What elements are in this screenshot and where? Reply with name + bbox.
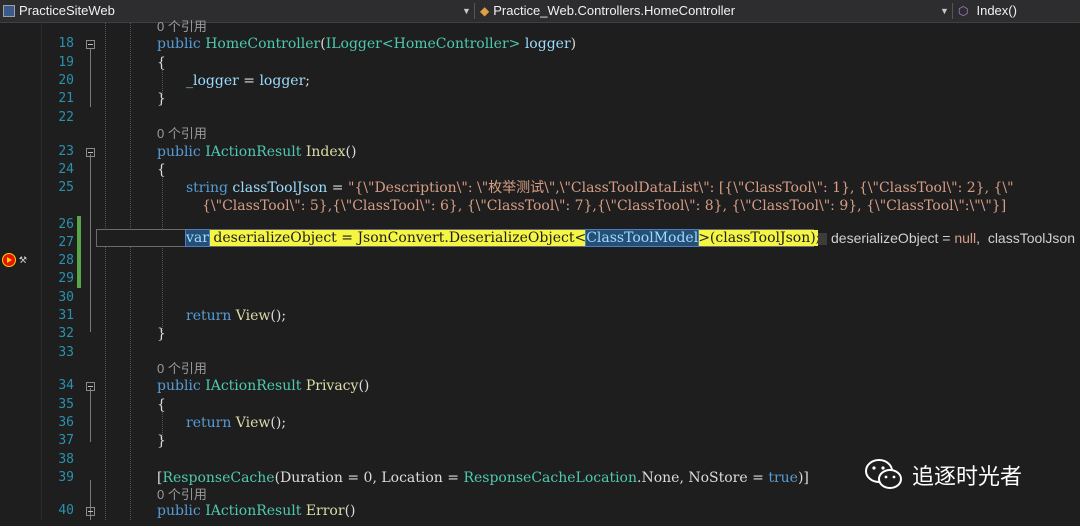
collapse-icon[interactable] xyxy=(86,148,95,157)
code-editor[interactable]: 0 个引用 18 public HomeController(ILogger<H… xyxy=(0,19,1080,526)
code-line[interactable]: 20 _logger = logger; xyxy=(0,72,1080,90)
pin-icon[interactable] xyxy=(818,233,827,246)
code-lens[interactable]: 0 个引用 xyxy=(0,125,1080,143)
code-line[interactable]: 21 } xyxy=(0,90,1080,108)
watermark-text: 追逐时光者 xyxy=(912,465,1023,490)
hammer-icon[interactable]: ⚒ xyxy=(19,252,27,267)
class-icon: ◆ xyxy=(480,4,490,18)
collapse-icon[interactable] xyxy=(86,40,95,49)
code-lens[interactable]: 0 个引用 xyxy=(0,18,1080,36)
inline-value-tip[interactable]: deserializeObject = null, classToolJson xyxy=(818,229,1075,247)
code-line[interactable]: 37 } xyxy=(0,432,1080,450)
code-line[interactable]: 35 { xyxy=(0,396,1080,414)
code-line[interactable]: 19 { xyxy=(0,54,1080,72)
code-line[interactable]: 40 public IActionResult Error() xyxy=(0,502,1080,520)
watermark: 追逐时光者 xyxy=(864,458,1022,492)
separator xyxy=(474,3,475,19)
wechat-icon xyxy=(865,459,902,489)
code-line[interactable]: 23 public IActionResult Index() xyxy=(0,143,1080,161)
code-line[interactable]: 18 public HomeController(ILogger<HomeCon… xyxy=(0,35,1080,53)
code-line[interactable]: 30 xyxy=(0,289,1080,307)
code-line[interactable]: 34 public IActionResult Privacy() xyxy=(0,377,1080,395)
code-line[interactable]: 24 { xyxy=(0,161,1080,179)
code-line-wrap[interactable]: {\"ClassTool\": 5},{\"ClassTool\": 6}, {… xyxy=(0,197,1080,215)
method-icon: ⬡ xyxy=(958,4,969,18)
current-statement[interactable]: var deserializeObject = JsonConvert.Dese… xyxy=(185,229,821,247)
code-line[interactable]: 28 xyxy=(0,252,1080,270)
horizontal-scrollbar[interactable] xyxy=(0,520,1080,526)
code-line[interactable]: 29 xyxy=(0,270,1080,288)
code-line[interactable]: 31 return View(); xyxy=(0,307,1080,325)
collapse-icon[interactable] xyxy=(86,507,95,516)
separator xyxy=(952,3,953,19)
code-line[interactable]: 32 } xyxy=(0,325,1080,343)
breakpoint-arrow-icon[interactable] xyxy=(2,253,16,267)
collapse-icon[interactable] xyxy=(86,382,95,391)
code-line[interactable]: 36 return View(); xyxy=(0,414,1080,432)
code-line[interactable]: 25 string classToolJson = "{\"Descriptio… xyxy=(0,179,1080,197)
project-icon xyxy=(3,5,15,17)
code-lens[interactable]: 0 个引用 xyxy=(0,360,1080,378)
